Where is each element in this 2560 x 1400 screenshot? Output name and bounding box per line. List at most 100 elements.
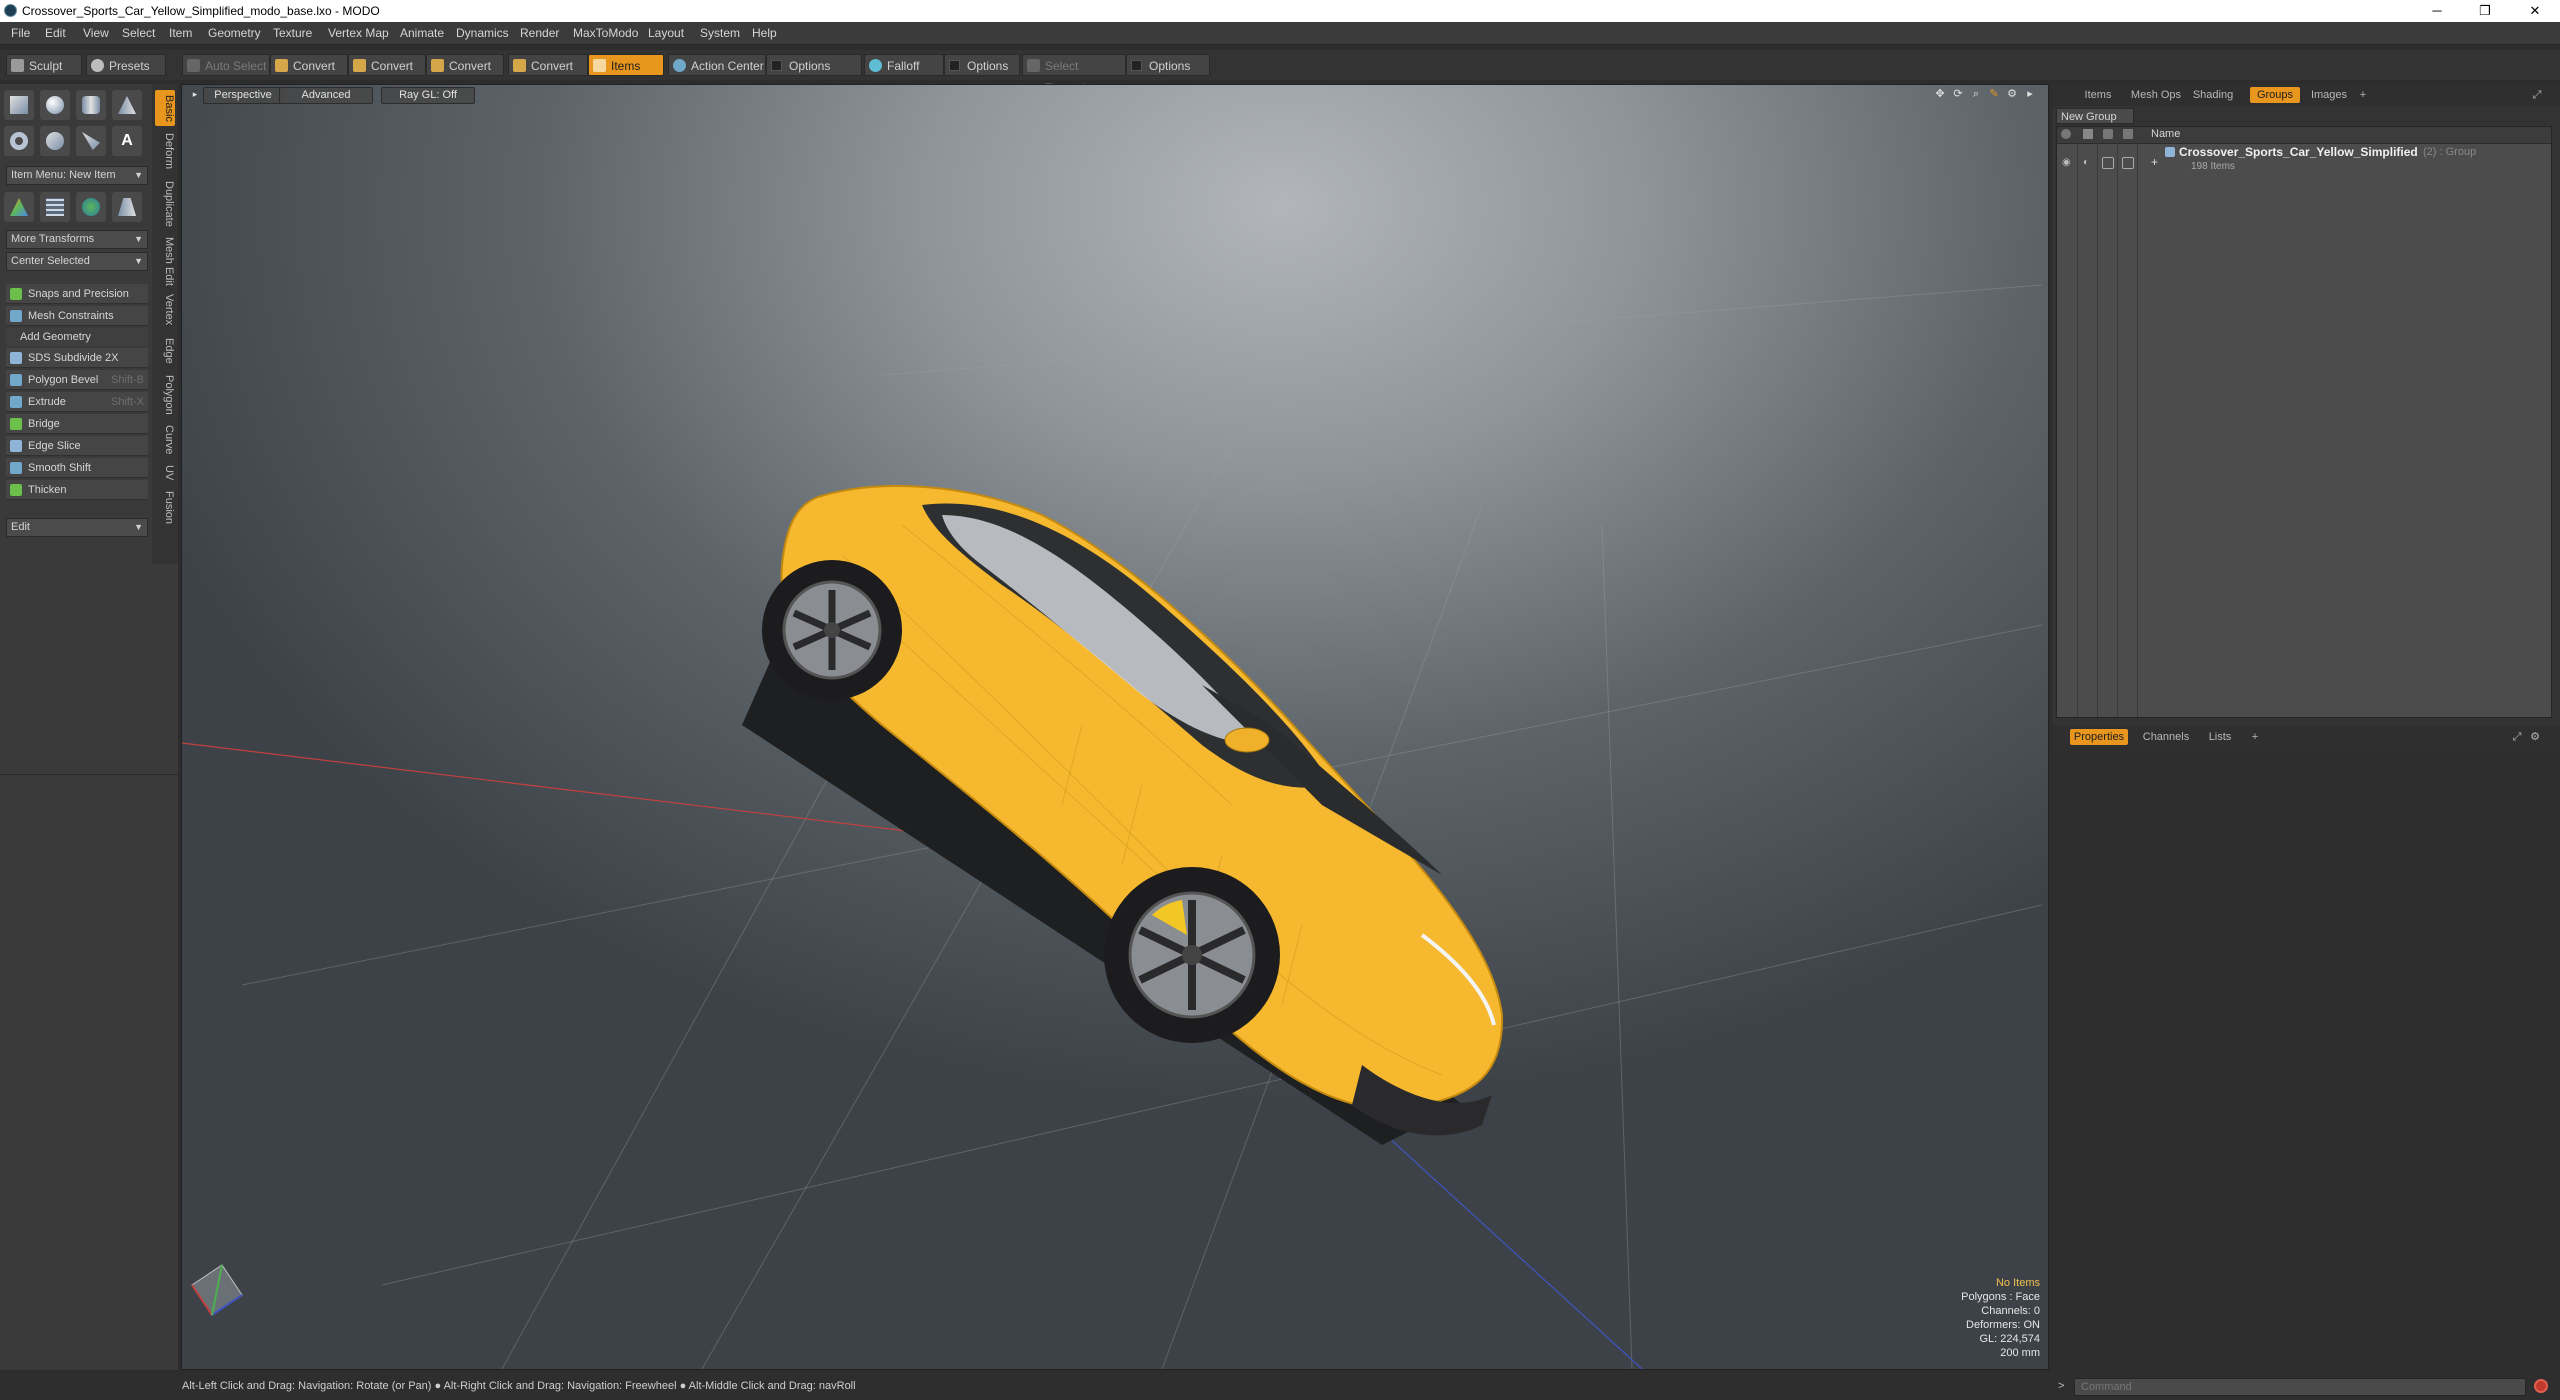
- menu-edit[interactable]: Edit: [45, 26, 66, 40]
- polygon-bevel-button[interactable]: Polygon Bevel Shift-B: [6, 370, 148, 390]
- gear-icon[interactable]: ⚙: [2528, 729, 2542, 745]
- tab-channels[interactable]: Channels: [2138, 729, 2194, 745]
- center-selected-dropdown[interactable]: Center Selected ▼: [6, 252, 148, 271]
- falloff-button[interactable]: Falloff: [864, 54, 944, 76]
- viewport-expand-icon[interactable]: ▸: [2023, 87, 2037, 102]
- add-bottom-tab-button[interactable]: +: [2248, 729, 2262, 745]
- select-through-checkbox[interactable]: [1131, 60, 1142, 71]
- paint-view-icon[interactable]: ✎: [1987, 87, 2001, 102]
- groups-list[interactable]: Name ◉ ◐ + Crossover_Sports_Car_Yellow_S…: [2056, 126, 2552, 718]
- more-transforms-dropdown[interactable]: More Transforms ▼: [6, 230, 148, 249]
- sphere-tool[interactable]: [40, 90, 70, 120]
- tab-mesh-edit[interactable]: Mesh Edit: [155, 236, 175, 286]
- menu-view[interactable]: View: [83, 26, 109, 40]
- menu-select[interactable]: Select: [122, 26, 155, 40]
- eye-icon[interactable]: ◉: [2062, 157, 2071, 168]
- restore-button[interactable]: ❐: [2462, 0, 2508, 22]
- tab-lists[interactable]: Lists: [2202, 729, 2238, 745]
- minimize-button[interactable]: ─: [2414, 0, 2460, 22]
- car-model[interactable]: [742, 484, 1504, 1145]
- tab-curve[interactable]: Curve: [155, 422, 175, 458]
- tab-duplicate[interactable]: Duplicate: [155, 176, 175, 232]
- select-through-options-button[interactable]: Options: [1126, 54, 1210, 76]
- mesh-constraints-button[interactable]: Mesh Constraints: [6, 306, 148, 326]
- item-menu-dropdown[interactable]: Item Menu: New Item ▼: [6, 166, 148, 185]
- text-tool[interactable]: A: [112, 126, 142, 156]
- tab-deform[interactable]: Deform: [155, 130, 175, 172]
- panel-maximize-icon[interactable]: ⤢: [2530, 87, 2544, 103]
- smooth-shift-button[interactable]: Smooth Shift: [6, 458, 148, 478]
- presets-button[interactable]: Presets: [86, 54, 166, 76]
- extrude-button[interactable]: Extrude Shift-X: [6, 392, 148, 412]
- action-center-button[interactable]: Action Center: [668, 54, 766, 76]
- select-toggle-icon[interactable]: [2122, 157, 2134, 169]
- torus-tool[interactable]: [4, 126, 34, 156]
- render-toggle-icon[interactable]: ◐: [2083, 157, 2089, 168]
- rotate-view-icon[interactable]: ⟳: [1951, 87, 1965, 102]
- menu-system[interactable]: System: [700, 26, 740, 40]
- menu-item[interactable]: Item: [169, 26, 192, 40]
- group-name[interactable]: Crossover_Sports_Car_Yellow_Simplified: [2179, 145, 2418, 159]
- menu-maxtomodo[interactable]: MaxToModo: [573, 26, 638, 40]
- tab-edge[interactable]: Edge: [155, 334, 175, 368]
- close-button[interactable]: ✕: [2512, 0, 2558, 22]
- snaps-precision-button[interactable]: Snaps and Precision: [6, 284, 148, 304]
- advanced-button[interactable]: Advanced: [279, 87, 373, 104]
- name-column-header[interactable]: Name: [2151, 128, 2180, 140]
- select-through-button[interactable]: Select Through: [1022, 54, 1126, 95]
- menu-layout[interactable]: Layout: [648, 26, 684, 40]
- convert-vertices-button[interactable]: Convert: [270, 54, 348, 76]
- sculpt-button[interactable]: Sculpt: [6, 54, 82, 76]
- menu-help[interactable]: Help: [752, 26, 777, 40]
- tab-uv[interactable]: UV: [155, 462, 175, 484]
- tab-basic[interactable]: Basic: [155, 90, 175, 126]
- move-view-icon[interactable]: ✥: [1933, 87, 1947, 102]
- tab-polygon[interactable]: Polygon: [155, 372, 175, 418]
- falloff-options-checkbox[interactable]: [949, 60, 960, 71]
- tab-vertex[interactable]: Vertex: [155, 290, 175, 330]
- menu-geometry[interactable]: Geometry: [208, 26, 261, 40]
- command-input[interactable]: [2074, 1378, 2526, 1396]
- pen-tool[interactable]: [76, 126, 106, 156]
- grid-tool[interactable]: [40, 192, 70, 222]
- cylinder-tool[interactable]: [76, 90, 106, 120]
- 3d-viewport[interactable]: No Items Polygons : Face Channels: 0 Def…: [181, 84, 2049, 1370]
- viewport-menu-icon[interactable]: ▸: [191, 87, 199, 102]
- tab-groups[interactable]: Groups: [2250, 87, 2300, 103]
- tab-shading[interactable]: Shading: [2188, 87, 2238, 103]
- thicken-button[interactable]: Thicken: [6, 480, 148, 500]
- add-tab-button[interactable]: +: [2356, 87, 2370, 103]
- convert-edges-button[interactable]: Convert: [348, 54, 426, 76]
- tab-properties[interactable]: Properties: [2070, 729, 2128, 745]
- cone-tool[interactable]: [112, 90, 142, 120]
- edge-slice-button[interactable]: Edge Slice: [6, 436, 148, 456]
- tab-images[interactable]: Images: [2304, 87, 2354, 103]
- menu-dynamics[interactable]: Dynamics: [456, 26, 509, 40]
- gear-icon[interactable]: ⚙: [2005, 87, 2019, 102]
- group-row[interactable]: ◉ ◐ + Crossover_Sports_Car_Yellow_Simpli…: [2057, 145, 2551, 177]
- expand-toggle-icon[interactable]: +: [2151, 155, 2158, 169]
- ray-gl-button[interactable]: Ray GL: Off: [381, 87, 475, 104]
- cube-tool[interactable]: [4, 90, 34, 120]
- lock-toggle-icon[interactable]: [2102, 157, 2114, 169]
- menu-vertex-map[interactable]: Vertex Map: [328, 26, 389, 40]
- convert-polygons-button[interactable]: Convert: [426, 54, 504, 76]
- tab-fusion[interactable]: Fusion: [155, 488, 175, 528]
- new-group-button[interactable]: New Group: [2056, 108, 2134, 124]
- menu-file[interactable]: File: [11, 26, 30, 40]
- add-geometry-header[interactable]: Add Geometry: [6, 328, 148, 346]
- auto-select-button[interactable]: Auto Select: [182, 54, 270, 76]
- tab-items[interactable]: Items: [2076, 87, 2120, 103]
- menu-texture[interactable]: Texture: [273, 26, 312, 40]
- sds-subdivide-button[interactable]: SDS Subdivide 2X: [6, 348, 148, 368]
- falloff-options-button[interactable]: Options: [944, 54, 1020, 76]
- rotate-tool[interactable]: [76, 192, 106, 222]
- options-checkbox[interactable]: [771, 60, 782, 71]
- menu-render[interactable]: Render: [520, 26, 559, 40]
- perspective-button[interactable]: Perspective: [203, 87, 283, 104]
- transform-tool[interactable]: [4, 192, 34, 222]
- command-history-icon[interactable]: [2534, 1379, 2548, 1393]
- capsule-tool[interactable]: [40, 126, 70, 156]
- convert-materials-button[interactable]: Convert: [508, 54, 588, 76]
- edit-dropdown[interactable]: Edit ▼: [6, 518, 148, 537]
